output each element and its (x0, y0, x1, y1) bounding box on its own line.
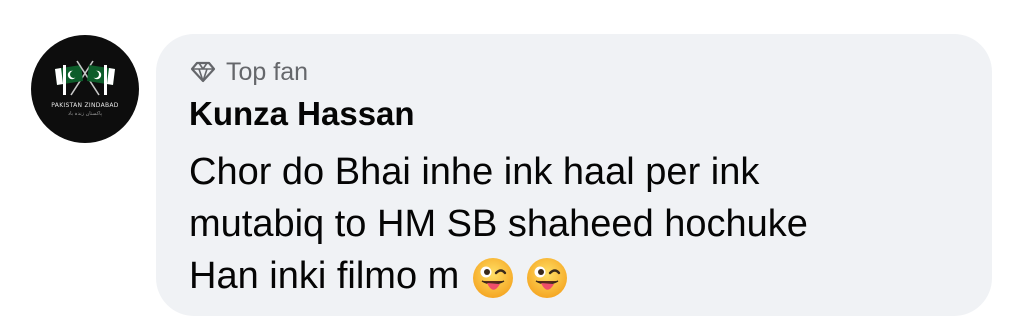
comment-line: mutabiq to HM SB shaheed hochuke (189, 203, 808, 245)
winking-face-with-tongue-emoji (473, 258, 514, 298)
comment-author[interactable]: Kunza Hassan (189, 93, 415, 135)
pakistan-flags-logo (55, 60, 115, 96)
avatar-text: PAKISTAN ZINDABAD (51, 102, 119, 109)
winking-face-with-tongue-emoji (527, 258, 568, 298)
diamond-icon (190, 61, 216, 83)
comment-text: Chor do Bhai inhe ink haal per ink mutab… (189, 146, 969, 302)
comment-line: Chor do Bhai inhe ink haal per ink (189, 151, 760, 193)
avatar-subtext: پاکستان زندہ باد (67, 111, 103, 117)
comment-line-text: Han inki filmo m (189, 255, 460, 297)
top-fan-badge[interactable]: Top fan (190, 56, 308, 88)
avatar[interactable]: PAKISTAN ZINDABAD پاکستان زندہ باد (31, 35, 139, 143)
comment-line: Han inki filmo m (189, 250, 969, 302)
badge-label: Top fan (226, 58, 309, 86)
